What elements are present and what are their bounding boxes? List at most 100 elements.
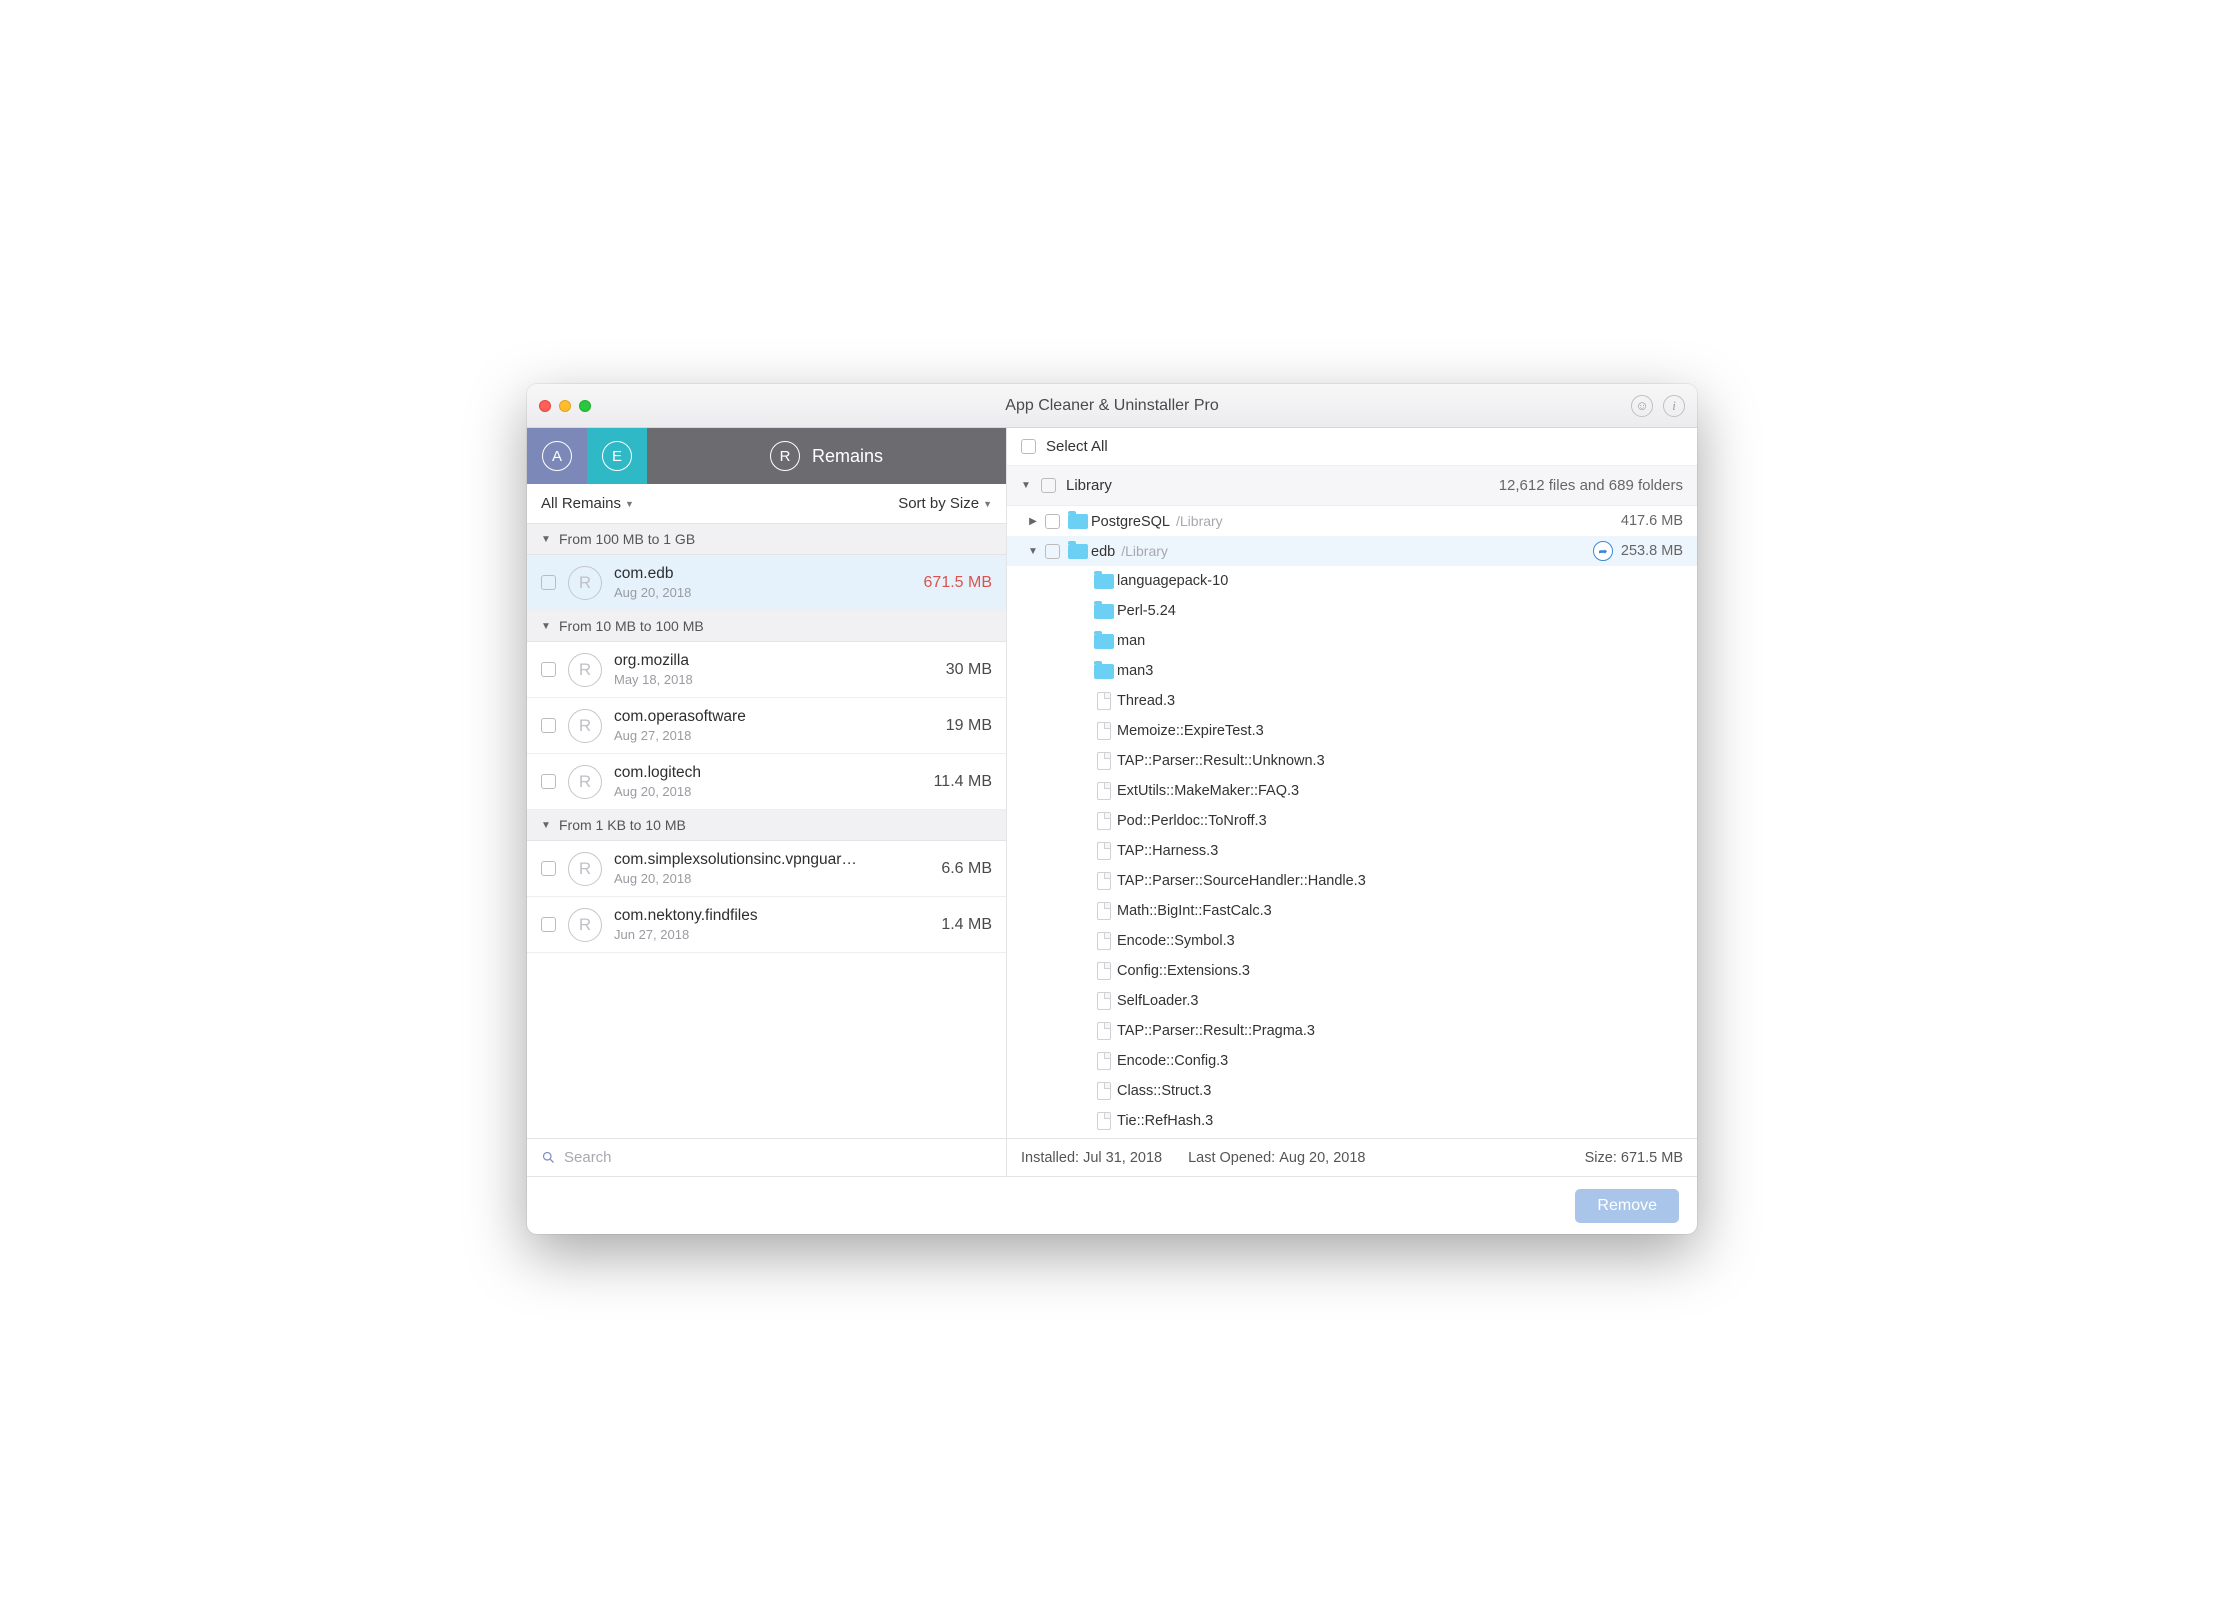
disclosure-triangle-icon: ▼: [541, 534, 551, 545]
row-size: 253.8 MB: [1621, 543, 1697, 559]
feedback-button[interactable]: ☺: [1631, 395, 1653, 417]
library-header[interactable]: ▼ Library 12,612 files and 689 folders: [1007, 466, 1697, 506]
size-label: Size:: [1585, 1150, 1617, 1166]
file-icon: [1097, 842, 1111, 860]
remains-icon: R: [770, 441, 800, 471]
tree-folder-row[interactable]: man: [1007, 626, 1697, 656]
tree-file-row[interactable]: TAP::Parser::SourceHandler::Handle.3: [1007, 866, 1697, 896]
tree-file-row[interactable]: Math::BigInt::FastCalc.3: [1007, 896, 1697, 926]
group-label: From 100 MB to 1 GB: [559, 531, 695, 547]
library-label: Library: [1066, 477, 1112, 494]
disclosure-triangle-icon: ▼: [541, 820, 551, 831]
remain-item[interactable]: Rcom.simplexsolutionsinc.vpnguar…Aug 20,…: [527, 841, 1006, 897]
file-icon: [1097, 812, 1111, 830]
file-icon: [1097, 1022, 1111, 1040]
library-checkbox[interactable]: [1041, 478, 1056, 493]
remain-item[interactable]: Rcom.operasoftwareAug 27, 201819 MB: [527, 698, 1006, 754]
app-window: App Cleaner & Uninstaller Pro ☺ i A E R …: [527, 384, 1697, 1234]
item-checkbox[interactable]: [541, 575, 556, 590]
tree-file-row[interactable]: TAP::Parser::Result::Unknown.3: [1007, 746, 1697, 776]
remain-item[interactable]: Rcom.edbAug 20, 2018671.5 MB: [527, 555, 1006, 611]
row-name: TAP::Parser::Result::Unknown.3: [1117, 753, 1697, 769]
tree-folder-row[interactable]: languagepack-10: [1007, 566, 1697, 596]
tree-file-row[interactable]: Thread.3: [1007, 686, 1697, 716]
row-name: Config::Extensions.3: [1117, 963, 1697, 979]
tree-file-row[interactable]: Encode::Symbol.3: [1007, 926, 1697, 956]
row-name: Memoize::ExpireTest.3: [1117, 723, 1697, 739]
window-title: App Cleaner & Uninstaller Pro: [527, 397, 1697, 415]
row-checkbox[interactable]: [1045, 544, 1060, 559]
item-size: 6.6 MB: [941, 860, 992, 878]
item-name: com.simplexsolutionsinc.vpnguar…: [614, 851, 929, 869]
tree-file-row[interactable]: Tie::RefHash.3: [1007, 1106, 1697, 1136]
row-name: TAP::Parser::SourceHandler::Handle.3: [1117, 873, 1697, 889]
file-tree[interactable]: ▶PostgreSQL/Library417.6 MB▼edb/Library➦…: [1007, 506, 1697, 1138]
remain-item[interactable]: Rcom.logitechAug 20, 201811.4 MB: [527, 754, 1006, 810]
size-group-header[interactable]: ▼From 1 KB to 10 MB: [527, 810, 1006, 841]
remain-item[interactable]: Rorg.mozillaMay 18, 201830 MB: [527, 642, 1006, 698]
item-checkbox[interactable]: [541, 861, 556, 876]
item-checkbox[interactable]: [541, 718, 556, 733]
tree-file-row[interactable]: Encode::Config.3: [1007, 1046, 1697, 1076]
file-icon: [1097, 782, 1111, 800]
tree-folder-row[interactable]: man3: [1007, 656, 1697, 686]
folder-icon: [1094, 634, 1114, 649]
disclosure-triangle-icon[interactable]: ▼: [1027, 546, 1039, 557]
row-name: Math::BigInt::FastCalc.3: [1117, 903, 1697, 919]
info-button[interactable]: i: [1663, 395, 1685, 417]
tree-folder-row[interactable]: ▶PostgreSQL/Library417.6 MB: [1007, 506, 1697, 536]
filter-dropdown[interactable]: All Remains▼: [541, 495, 634, 512]
tab-extensions[interactable]: E: [587, 428, 647, 484]
file-icon: [1097, 1082, 1111, 1100]
size-group-header[interactable]: ▼From 10 MB to 100 MB: [527, 611, 1006, 642]
tree-file-row[interactable]: TAP::Parser::Result::Pragma.3: [1007, 1016, 1697, 1046]
remain-item[interactable]: Rcom.nektony.findfilesJun 27, 20181.4 MB: [527, 897, 1006, 953]
item-checkbox[interactable]: [541, 774, 556, 789]
remains-list[interactable]: ▼ From 100 MB to 1 GB Rcom.edbAug 20, 2018…: [527, 524, 1006, 1138]
item-checkbox[interactable]: [541, 662, 556, 677]
remain-icon: R: [568, 709, 602, 743]
tree-file-row[interactable]: Memoize::ExpireTest.3: [1007, 716, 1697, 746]
filter-bar: All Remains▼ Sort by Size▼: [527, 484, 1006, 524]
select-all-row: Select All: [1007, 428, 1697, 466]
remove-button[interactable]: Remove: [1575, 1189, 1679, 1223]
reveal-button[interactable]: ➦: [1593, 541, 1613, 561]
tree-folder-row[interactable]: ▼edb/Library➦253.8 MB: [1007, 536, 1697, 566]
row-checkbox[interactable]: [1045, 514, 1060, 529]
select-all-checkbox[interactable]: [1021, 439, 1036, 454]
remain-icon: R: [568, 765, 602, 799]
item-date: Jun 27, 2018: [614, 927, 929, 942]
tree-file-row[interactable]: Class::Struct.3: [1007, 1076, 1697, 1106]
status-bar: Installed: Jul 31, 2018 Last Opened: Aug…: [1007, 1138, 1697, 1176]
app-icon: A: [542, 441, 572, 471]
folder-icon: [1094, 604, 1114, 619]
search-input[interactable]: [564, 1149, 992, 1166]
select-all-label: Select All: [1046, 438, 1108, 455]
item-checkbox[interactable]: [541, 917, 556, 932]
sidebar: A E R Remains All Remains▼ Sort by Size▼…: [527, 428, 1007, 1176]
remain-icon: R: [568, 908, 602, 942]
disclosure-triangle-icon[interactable]: ▼: [1021, 480, 1031, 491]
file-icon: [1097, 1052, 1111, 1070]
tree-file-row[interactable]: SelfLoader.3: [1007, 986, 1697, 1016]
tree-file-row[interactable]: ExtUtils::MakeMaker::FAQ.3: [1007, 776, 1697, 806]
item-name: com.nektony.findfiles: [614, 907, 929, 925]
tab-remains[interactable]: R Remains: [647, 428, 1006, 484]
file-icon: [1097, 872, 1111, 890]
opened-label: Last Opened:: [1188, 1150, 1275, 1166]
tree-file-row[interactable]: Config::Extensions.3: [1007, 956, 1697, 986]
item-size: 11.4 MB: [934, 773, 992, 791]
item-date: Aug 27, 2018: [614, 728, 934, 743]
size-group-header[interactable]: ▼ From 100 MB to 1 GB: [527, 524, 1006, 555]
row-path: /Library: [1121, 543, 1168, 559]
sort-dropdown[interactable]: Sort by Size▼: [898, 495, 992, 512]
item-date: May 18, 2018: [614, 672, 934, 687]
tree-file-row[interactable]: TAP::Harness.3: [1007, 836, 1697, 866]
disclosure-triangle-icon[interactable]: ▶: [1027, 516, 1039, 527]
chevron-down-icon: ▼: [983, 499, 992, 509]
search-icon: [541, 1150, 556, 1165]
tab-applications[interactable]: A: [527, 428, 587, 484]
tree-folder-row[interactable]: Perl-5.24: [1007, 596, 1697, 626]
item-date: Aug 20, 2018: [614, 871, 929, 886]
tree-file-row[interactable]: Pod::Perldoc::ToNroff.3: [1007, 806, 1697, 836]
